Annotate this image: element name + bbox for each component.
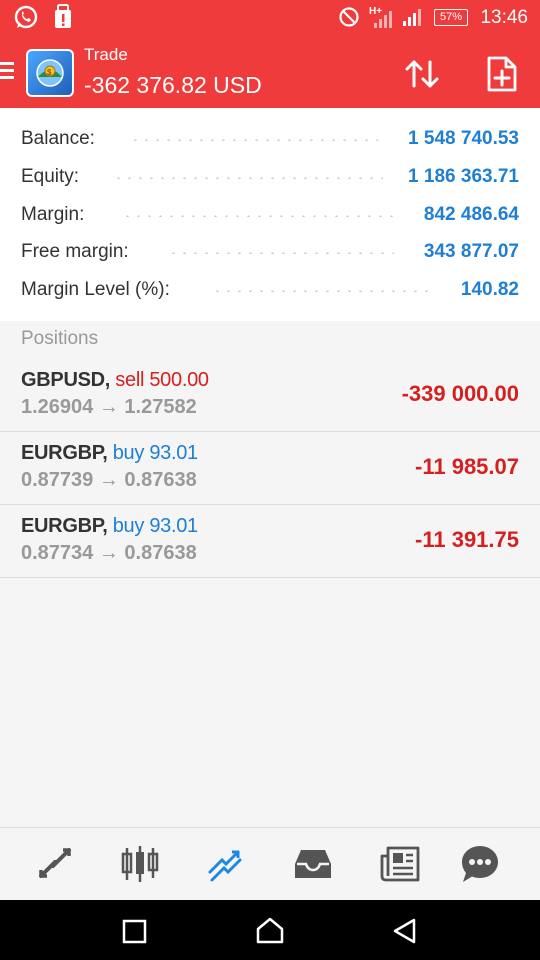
- recent-apps-icon[interactable]: [120, 916, 150, 946]
- whatsapp-icon: [14, 5, 38, 29]
- divider: [130, 139, 378, 141]
- free-margin-value: 343 877.07: [423, 241, 519, 262]
- battery-icon: 57%: [434, 9, 468, 26]
- position-profit: -11 391.75: [415, 527, 519, 552]
- position-symbol: EURGBP: [21, 442, 103, 464]
- back-icon[interactable]: [390, 916, 420, 946]
- home-icon[interactable]: [255, 916, 285, 946]
- position-side: sell 500.00: [115, 369, 209, 391]
- position-prices: 0.87734 → 0.87638: [21, 542, 197, 565]
- margin-level-label: Margin Level (%):: [21, 279, 170, 300]
- current-price: 0.87638: [124, 542, 197, 564]
- positions-header: Positions: [0, 321, 540, 360]
- bottom-nav: [0, 827, 540, 901]
- metatrader-logo: $: [26, 49, 74, 97]
- free-margin-label: Free margin:: [21, 241, 129, 262]
- equity-label: Equity:: [21, 166, 80, 187]
- position-row[interactable]: EURGBP, buy 93.01 0.87739 → 0.87638 -11 …: [0, 432, 540, 505]
- trade-icon[interactable]: [204, 842, 248, 886]
- current-price: 0.87638: [124, 469, 197, 491]
- position-profit: -11 985.07: [415, 454, 519, 479]
- position-symbol-line: GBPUSD, sell 500.00: [21, 369, 209, 391]
- arrow-icon: →: [98, 469, 119, 491]
- sort-icon[interactable]: [402, 54, 442, 94]
- balance-value: 1 548 740.53: [408, 128, 519, 149]
- open-price: 0.87739: [21, 469, 94, 491]
- quotes-icon[interactable]: [33, 842, 77, 886]
- position-side: buy 93.01: [112, 442, 198, 464]
- header-profit: -362 376.82 USD: [84, 72, 262, 98]
- app-header: $ Trade -362 376.82 USD: [0, 36, 540, 108]
- alert-icon: [55, 4, 71, 28]
- new-order-icon[interactable]: [482, 54, 522, 94]
- position-row[interactable]: GBPUSD, sell 500.00 1.26904 → 1.27582 -3…: [0, 359, 540, 432]
- signal-icon: [403, 9, 421, 26]
- current-price: 1.27582: [124, 396, 197, 418]
- position-side: buy 93.01: [112, 515, 198, 537]
- balance-label: Balance:: [21, 128, 95, 149]
- divider: [212, 290, 436, 292]
- position-symbol: GBPUSD: [21, 369, 105, 391]
- arrow-icon: →: [98, 396, 119, 418]
- clock: 13:46: [480, 7, 528, 28]
- account-summary: Balance: 1 548 740.53 Equity: 1 186 363.…: [0, 108, 540, 322]
- equity-value: 1 186 363.71: [408, 166, 519, 187]
- divider: [122, 215, 394, 217]
- arrow-icon: →: [98, 542, 119, 564]
- margin-level-value: 140.82: [460, 279, 519, 300]
- chat-icon[interactable]: [458, 842, 502, 886]
- open-price: 1.26904: [21, 396, 94, 418]
- balance-row: Balance: 1 548 740.53: [0, 120, 540, 158]
- position-symbol-line: EURGBP, buy 93.01: [21, 515, 198, 537]
- position-prices: 1.26904 → 1.27582: [21, 396, 197, 419]
- free-margin-row: Free margin: 343 877.07: [0, 233, 540, 271]
- margin-value: 842 486.64: [423, 204, 519, 225]
- history-icon[interactable]: [291, 842, 335, 886]
- open-price: 0.87734: [21, 542, 94, 564]
- divider: [113, 177, 383, 179]
- svg-text:$: $: [47, 68, 52, 77]
- chart-icon[interactable]: [118, 842, 162, 886]
- position-profit: -339 000.00: [401, 381, 519, 406]
- positions-title: Positions: [21, 328, 99, 349]
- position-prices: 0.87739 → 0.87638: [21, 469, 197, 492]
- position-row[interactable]: EURGBP, buy 93.01 0.87734 → 0.87638 -11 …: [0, 505, 540, 578]
- position-symbol-line: EURGBP, buy 93.01: [21, 442, 198, 464]
- system-nav-bar: [0, 900, 540, 960]
- news-icon[interactable]: [378, 842, 422, 886]
- dnd-icon: [339, 7, 359, 27]
- margin-level-row: Margin Level (%): 140.82: [0, 271, 540, 309]
- margin-label: Margin:: [21, 204, 85, 225]
- position-symbol: EURGBP: [21, 515, 103, 537]
- header-title: Trade: [84, 45, 128, 64]
- hplus-signal-icon: H+: [369, 6, 392, 28]
- divider: [168, 252, 394, 254]
- svg-text:H+: H+: [369, 6, 382, 17]
- status-bar: H+ 57% 13:46: [0, 0, 540, 36]
- margin-row: Margin: 842 486.64: [0, 196, 540, 234]
- menu-icon[interactable]: [0, 62, 14, 83]
- equity-row: Equity: 1 186 363.71: [0, 158, 540, 196]
